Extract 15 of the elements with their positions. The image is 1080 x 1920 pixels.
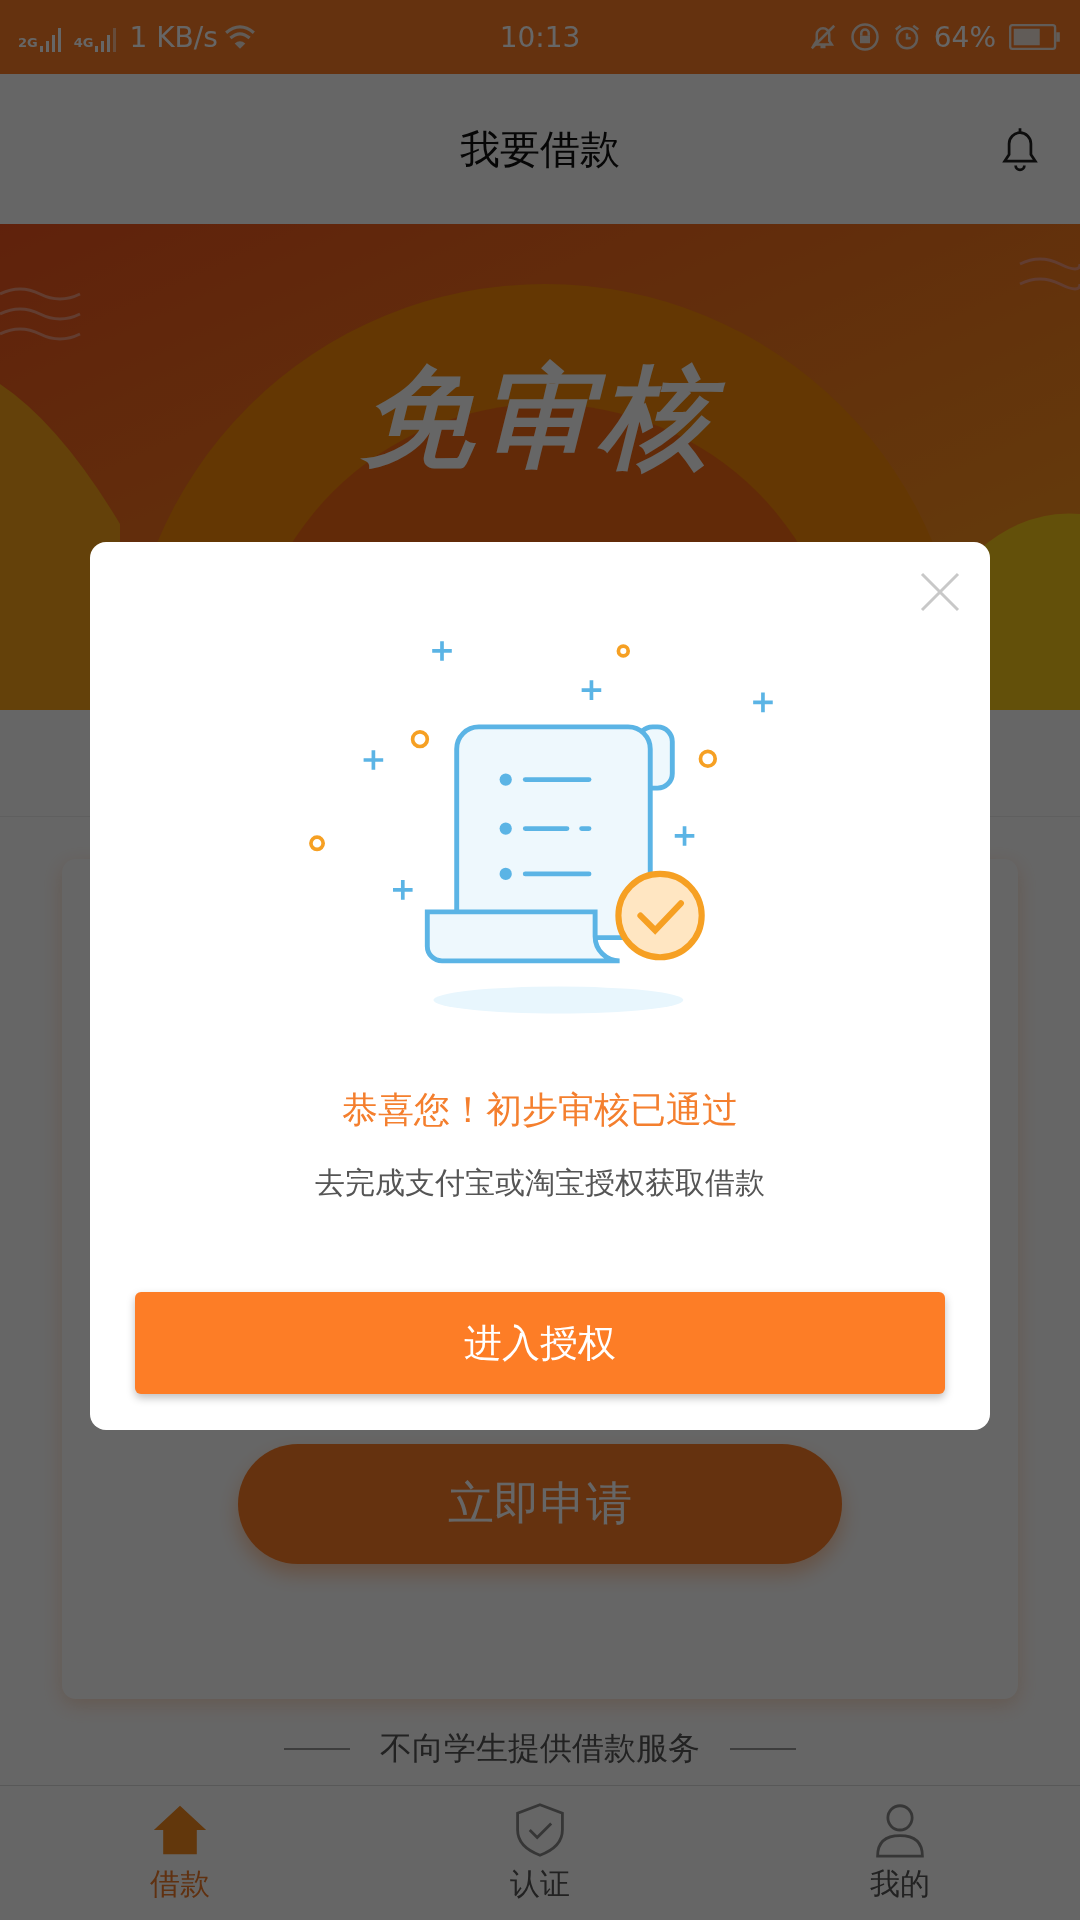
nav-tab[interactable]: 认证 [360,1786,720,1920]
clock-time: 10:13 [499,20,581,54]
nav-tab[interactable]: 我的 [720,1786,1080,1920]
nav-tab[interactable]: 借款 [0,1786,360,1920]
notice-text: 不向学生提供借款服务 [380,1728,700,1769]
banner-headline: 免审核 [0,344,1080,493]
dialog-message: 去完成支付宝或淘宝授权获取借款 [315,1164,765,1202]
authorize-button[interactable]: 进入授权 [135,1292,945,1394]
apply-button[interactable]: 立即申请 [238,1444,842,1564]
network-speed: 1 KB/s [129,20,218,54]
dialog-title: 恭喜您！初步审核已通过 [342,1088,738,1132]
network-label: 4G [73,34,94,50]
battery-percent: 64% [933,20,996,54]
page-title: 我要借款 [460,124,620,174]
network-label: 2G [18,34,38,50]
